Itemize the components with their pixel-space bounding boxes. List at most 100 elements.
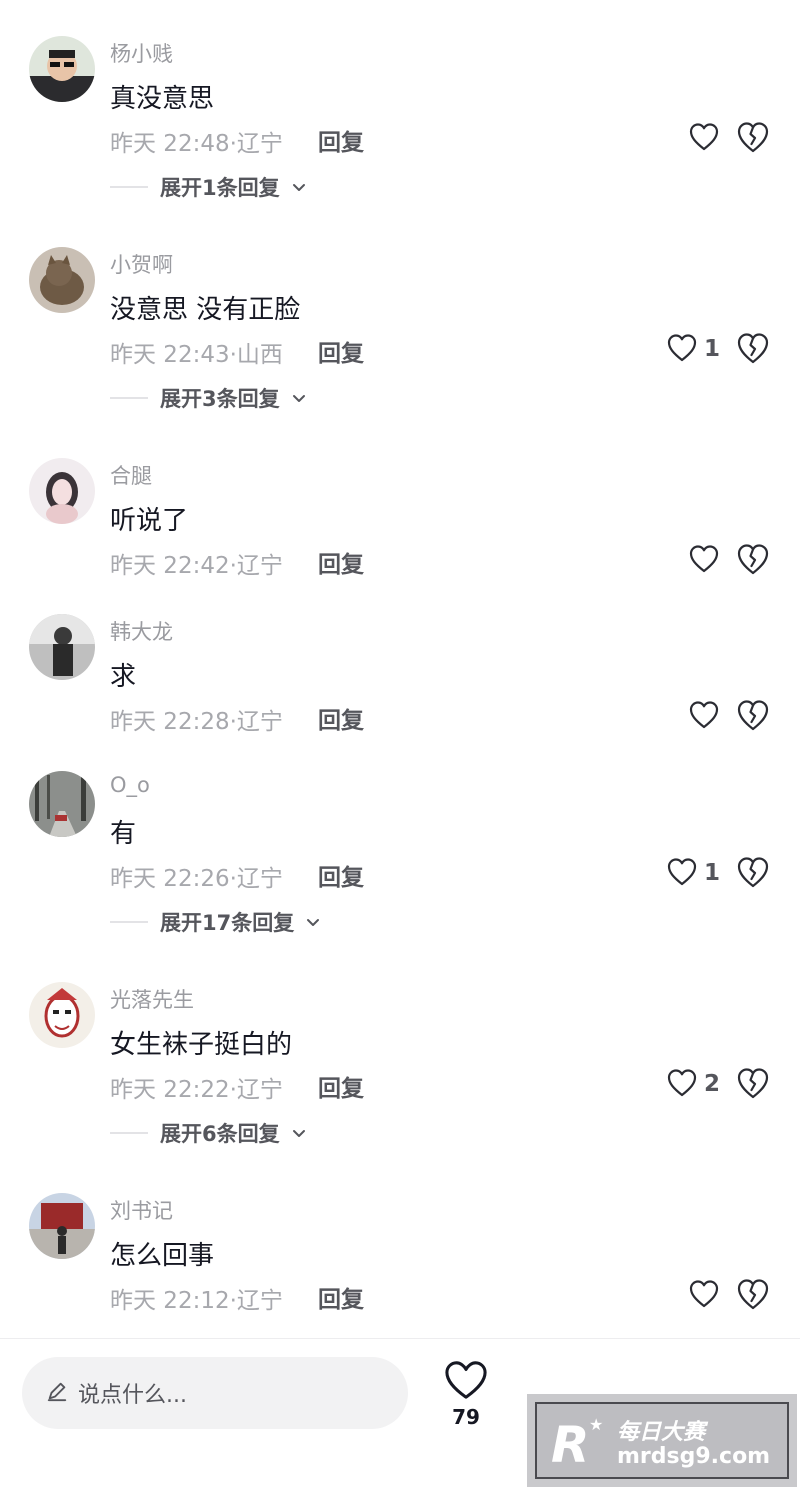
comment-username[interactable]: 刘书记 xyxy=(110,1195,173,1225)
like-button[interactable]: 1 xyxy=(650,329,720,369)
watermark-frame: R ★ 每日大赛 mrdsg9.com xyxy=(535,1402,789,1479)
watermark-logo-icon: R ★ xyxy=(547,1412,603,1474)
like-button[interactable] xyxy=(650,118,720,158)
broken-heart-icon xyxy=(736,857,770,893)
comment-time: 昨天 22:48 xyxy=(110,131,230,157)
expand-replies-label: 展开1条回复 xyxy=(160,176,280,200)
meta-separator: · xyxy=(229,342,237,368)
comment-meta: 昨天 22:22·辽宁 xyxy=(110,1070,283,1104)
dislike-button[interactable] xyxy=(736,1066,770,1100)
heart-icon xyxy=(688,543,720,577)
meta-separator: · xyxy=(229,709,237,735)
comment-time: 昨天 22:43 xyxy=(110,342,230,368)
reply-button[interactable]: 回复 xyxy=(318,1280,364,1314)
like-button[interactable] xyxy=(650,696,720,736)
expand-divider xyxy=(110,397,148,399)
comment-time: 昨天 22:26 xyxy=(110,866,230,892)
comment-username[interactable]: 合腿 xyxy=(110,460,152,490)
broken-heart-icon xyxy=(736,333,770,369)
expand-replies-button[interactable]: 展开3条回复 xyxy=(110,383,306,413)
dislike-button[interactable] xyxy=(736,120,770,154)
expand-replies-button[interactable]: 展开6条回复 xyxy=(110,1118,306,1148)
heart-icon xyxy=(688,121,720,155)
comment-time: 昨天 22:12 xyxy=(110,1288,230,1314)
watermark: R ★ 每日大赛 mrdsg9.com xyxy=(527,1394,797,1487)
comment-meta: 昨天 22:26·辽宁 xyxy=(110,859,283,893)
reply-button[interactable]: 回复 xyxy=(318,123,364,157)
reply-button[interactable]: 回复 xyxy=(318,1069,364,1103)
expand-divider xyxy=(110,921,148,923)
chevron-down-icon xyxy=(306,913,320,932)
comment-location: 辽宁 xyxy=(236,1077,283,1103)
comment-input[interactable]: 说点什么... xyxy=(22,1357,408,1429)
heart-icon xyxy=(688,1278,720,1312)
comment-text: 真没意思 xyxy=(110,84,215,114)
heart-icon xyxy=(666,332,698,366)
comment-meta: 昨天 22:12·辽宁 xyxy=(110,1281,283,1315)
avatar[interactable] xyxy=(29,247,95,313)
comment-location: 辽宁 xyxy=(236,709,283,735)
watermark-title: 每日大赛 xyxy=(617,1420,706,1445)
pencil-icon xyxy=(46,1380,68,1406)
chevron-down-icon xyxy=(292,1124,306,1143)
comment-username[interactable]: 杨小贱 xyxy=(110,38,173,68)
comment-time: 昨天 22:28 xyxy=(110,709,230,735)
comment-text: 女生袜子挺白的 xyxy=(110,1030,293,1060)
comment-time: 昨天 22:42 xyxy=(110,553,230,579)
bottom-like-count: 79 xyxy=(452,1405,480,1429)
avatar[interactable] xyxy=(29,614,95,680)
avatar[interactable] xyxy=(29,982,95,1048)
broken-heart-icon xyxy=(736,122,770,158)
avatar[interactable] xyxy=(29,771,95,837)
dislike-button[interactable] xyxy=(736,542,770,576)
broken-heart-icon xyxy=(736,1279,770,1315)
like-count: 1 xyxy=(703,336,720,362)
comment-meta: 昨天 22:28·辽宁 xyxy=(110,702,283,736)
meta-separator: · xyxy=(229,131,237,157)
avatar[interactable] xyxy=(29,36,95,102)
comment-input-placeholder: 说点什么... xyxy=(78,1383,187,1408)
comment-username[interactable]: O_o xyxy=(110,773,150,797)
heart-icon xyxy=(688,699,720,733)
expand-divider xyxy=(110,186,148,188)
reply-button[interactable]: 回复 xyxy=(318,858,364,892)
like-button[interactable] xyxy=(650,540,720,580)
meta-separator: · xyxy=(229,553,237,579)
dislike-button[interactable] xyxy=(736,698,770,732)
meta-separator: · xyxy=(229,866,237,892)
like-button[interactable] xyxy=(650,1275,720,1315)
dislike-button[interactable] xyxy=(736,331,770,365)
comment-username[interactable]: 韩大龙 xyxy=(110,616,173,646)
dislike-button[interactable] xyxy=(736,1277,770,1311)
comment-text: 听说了 xyxy=(110,506,189,536)
dislike-button[interactable] xyxy=(736,855,770,889)
avatar[interactable] xyxy=(29,458,95,524)
broken-heart-icon xyxy=(736,1068,770,1104)
comment-text: 没意思 没有正脸 xyxy=(110,295,301,325)
comment-text: 求 xyxy=(110,662,137,692)
reply-button[interactable]: 回复 xyxy=(318,701,364,735)
bottom-like-button[interactable]: 79 xyxy=(440,1359,492,1439)
comment-item: 杨小贱 真没意思 昨天 22:48·辽宁 回复 展开1条回复 xyxy=(0,0,800,200)
comment-location: 辽宁 xyxy=(236,866,283,892)
comment-meta: 昨天 22:42·辽宁 xyxy=(110,546,283,580)
broken-heart-icon xyxy=(736,700,770,736)
meta-separator: · xyxy=(229,1288,237,1314)
reply-button[interactable]: 回复 xyxy=(318,545,364,579)
reply-button[interactable]: 回复 xyxy=(318,334,364,368)
like-button[interactable]: 1 xyxy=(650,853,720,893)
expand-replies-label: 展开17条回复 xyxy=(160,911,295,935)
like-button[interactable]: 2 xyxy=(650,1064,720,1104)
avatar[interactable] xyxy=(29,1193,95,1259)
comment-text: 有 xyxy=(110,819,137,849)
meta-separator: · xyxy=(229,1077,237,1103)
comment-item: 刘书记 怎么回事 昨天 22:12·辽宁 回复 xyxy=(0,1157,800,1357)
comment-location: 辽宁 xyxy=(236,131,283,157)
comment-username[interactable]: 小贺啊 xyxy=(110,249,173,279)
like-count: 2 xyxy=(703,1071,720,1097)
expand-replies-button[interactable]: 展开17条回复 xyxy=(110,907,320,937)
expand-replies-button[interactable]: 展开1条回复 xyxy=(110,172,306,202)
comment-username[interactable]: 光落先生 xyxy=(110,984,194,1014)
comment-time: 昨天 22:22 xyxy=(110,1077,230,1103)
comment-meta: 昨天 22:43·山西 xyxy=(110,335,283,369)
